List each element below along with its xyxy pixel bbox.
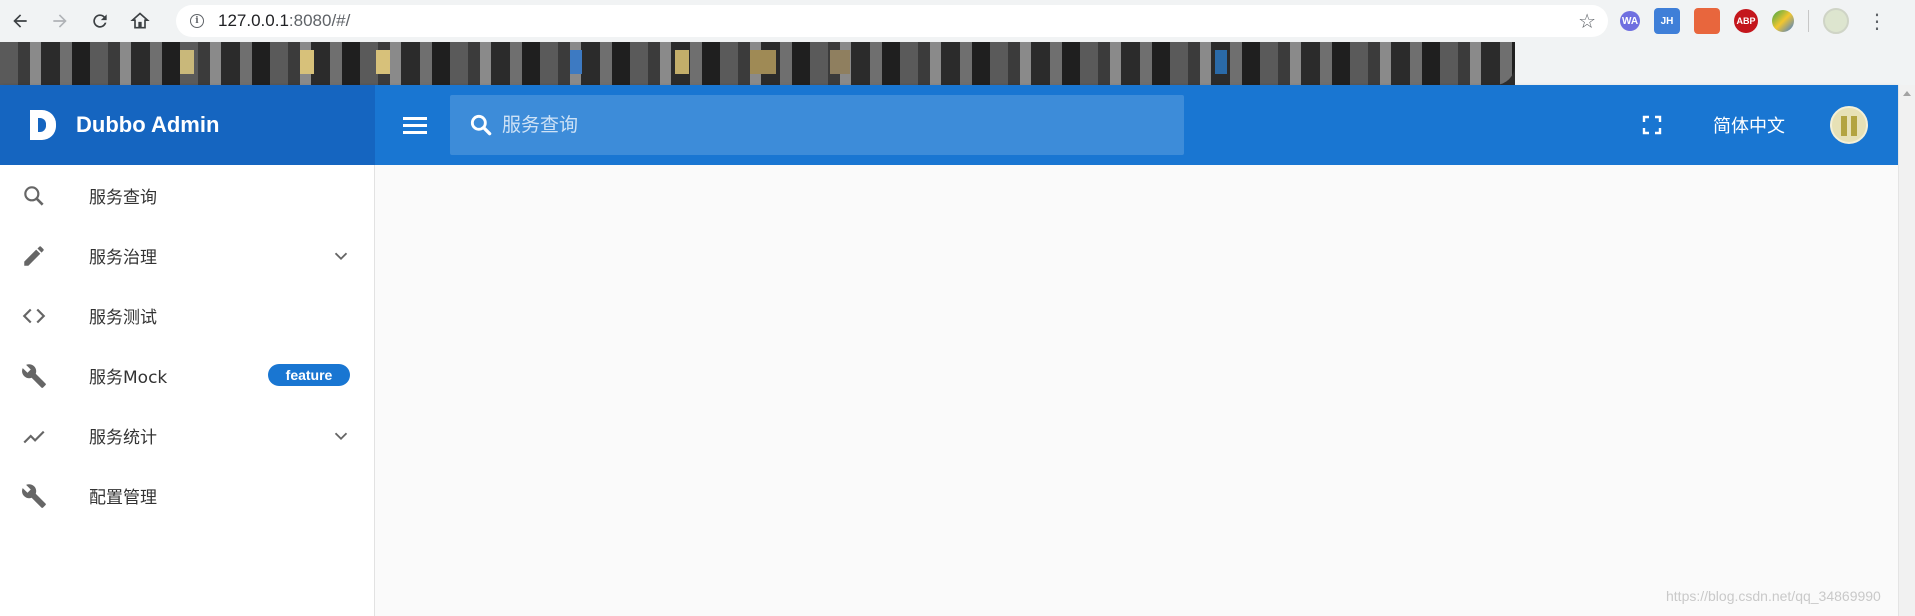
bookmark-folder-icon xyxy=(376,50,390,74)
bookmark-block xyxy=(1215,50,1227,74)
arrow-right-icon xyxy=(53,14,67,28)
url-path: :8080/#/ xyxy=(288,11,351,30)
browser-menu-icon[interactable]: ⋮ xyxy=(1867,9,1887,33)
reload-button[interactable] xyxy=(80,0,120,42)
sidebar-item-service-statistics[interactable]: 服务统计 xyxy=(0,405,374,465)
url-host: 127.0.0.1 xyxy=(218,11,289,30)
sidebar-item-label: 服务统计 xyxy=(89,427,157,448)
scroll-up-arrow-icon[interactable] xyxy=(1903,91,1911,96)
bookmark-folder-icon xyxy=(180,50,194,74)
sidebar: 服务查询 服务治理 服务测试 服务Mock feature 服务统计 配置管理 xyxy=(0,165,375,616)
bookmark-block xyxy=(830,50,850,74)
bookmark-block xyxy=(675,50,689,74)
browser-toolbar: i 127.0.0.1:8080/#/ ☆ WA JH ABP ⋮ xyxy=(0,0,1915,42)
sidebar-item-label: 服务测试 xyxy=(89,307,157,328)
menu-toggle-button[interactable] xyxy=(403,112,429,138)
bookmark-folder-icon xyxy=(300,50,314,74)
sidebar-item-label: 配置管理 xyxy=(89,487,157,508)
sidebar-item-label: 服务Mock xyxy=(89,367,168,388)
forward-button[interactable] xyxy=(40,0,80,42)
sidebar-item-label: 服务查询 xyxy=(89,187,157,208)
home-icon xyxy=(130,12,150,29)
extension-adblock-icon[interactable]: ABP xyxy=(1734,9,1758,33)
wrench-icon xyxy=(22,364,46,388)
chevron-down-icon[interactable] xyxy=(330,245,352,267)
main-content xyxy=(375,165,1898,616)
code-icon xyxy=(22,308,46,324)
sidebar-item-service-search[interactable]: 服务查询 xyxy=(0,165,374,225)
info-icon[interactable]: i xyxy=(190,14,204,28)
bookmark-block xyxy=(750,50,776,74)
chevron-down-icon[interactable] xyxy=(330,425,352,447)
sidebar-item-service-governance[interactable]: 服务治理 xyxy=(0,225,374,285)
extension-jh-icon[interactable]: JH xyxy=(1654,8,1680,34)
extensions-area: WA JH ABP ⋮ xyxy=(1620,0,1887,42)
fullscreen-icon xyxy=(1642,115,1662,135)
bookmarks-bar xyxy=(0,42,1915,85)
redacted-bookmarks xyxy=(0,42,1515,85)
sidebar-item-service-test[interactable]: 服务测试 xyxy=(0,285,374,345)
home-button[interactable] xyxy=(120,0,160,42)
wrench-icon xyxy=(22,484,46,508)
search-input[interactable] xyxy=(500,113,1140,137)
search-icon xyxy=(470,114,492,136)
brand[interactable]: Dubbo Admin xyxy=(0,85,375,165)
url-text[interactable]: 127.0.0.1:8080/#/ xyxy=(218,11,350,31)
brand-title: Dubbo Admin xyxy=(76,112,220,137)
reload-icon xyxy=(93,14,107,28)
extension-orange-icon[interactable] xyxy=(1694,8,1720,34)
feature-badge: feature xyxy=(268,364,350,386)
page-scrollbar[interactable] xyxy=(1898,85,1915,616)
dubbo-logo-icon xyxy=(30,110,56,140)
arrow-left-icon xyxy=(13,14,27,28)
trending-up-icon xyxy=(23,430,45,444)
bookmark-block xyxy=(570,50,582,74)
extension-eye-icon[interactable] xyxy=(1772,10,1794,32)
pencil-icon xyxy=(24,246,44,266)
watermark: https://blog.csdn.net/qq_34869990 xyxy=(1666,588,1881,604)
fullscreen-button[interactable] xyxy=(1640,113,1664,137)
extensions-divider xyxy=(1808,10,1809,32)
search-icon xyxy=(24,186,44,206)
profile-avatar[interactable] xyxy=(1823,8,1849,34)
extension-wa-icon[interactable]: WA xyxy=(1620,11,1640,31)
sidebar-item-config-management[interactable]: 配置管理 xyxy=(0,465,374,525)
address-bar[interactable]: i 127.0.0.1:8080/#/ ☆ xyxy=(176,5,1608,37)
bookmarks-bar-empty xyxy=(1515,42,1915,85)
user-avatar[interactable] xyxy=(1830,106,1868,144)
back-button[interactable] xyxy=(0,0,40,42)
bookmark-star-icon[interactable]: ☆ xyxy=(1578,9,1596,33)
hamburger-icon xyxy=(403,116,427,120)
language-button[interactable]: 简体中文 xyxy=(1705,107,1793,143)
sidebar-item-service-mock[interactable]: 服务Mock feature xyxy=(0,345,374,405)
search-box[interactable] xyxy=(450,95,1184,155)
sidebar-item-label: 服务治理 xyxy=(89,247,157,268)
app-header: Dubbo Admin 简体中文 xyxy=(0,85,1898,165)
